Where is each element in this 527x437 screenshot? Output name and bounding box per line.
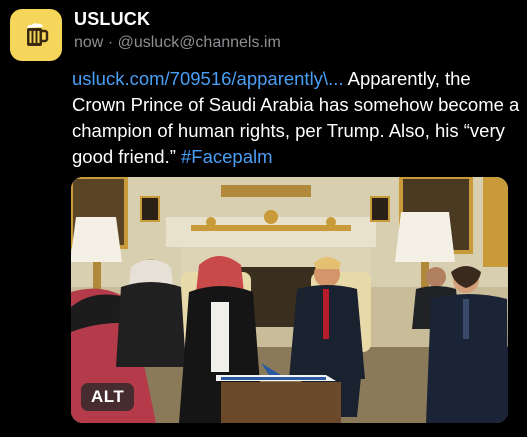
alt-badge[interactable]: ALT — [81, 383, 135, 411]
post-link[interactable]: usluck.com/709516/apparently\... — [72, 68, 344, 89]
hashtag-link[interactable]: #Facepalm — [181, 146, 273, 167]
post-meta: now · @usluck@channels.im — [74, 34, 281, 52]
author-handle[interactable]: @usluck@channels.im — [118, 34, 281, 51]
meta-separator: · — [107, 34, 114, 51]
oval-office-photo — [71, 177, 508, 423]
beer-mug-icon — [27, 23, 49, 46]
author-name[interactable]: USLUCK — [74, 9, 150, 30]
post-timestamp[interactable]: now — [74, 34, 103, 51]
avatar[interactable] — [10, 9, 62, 61]
post-body: usluck.com/709516/apparently\... Apparen… — [72, 66, 520, 170]
post-image[interactable]: ALT — [71, 177, 508, 423]
